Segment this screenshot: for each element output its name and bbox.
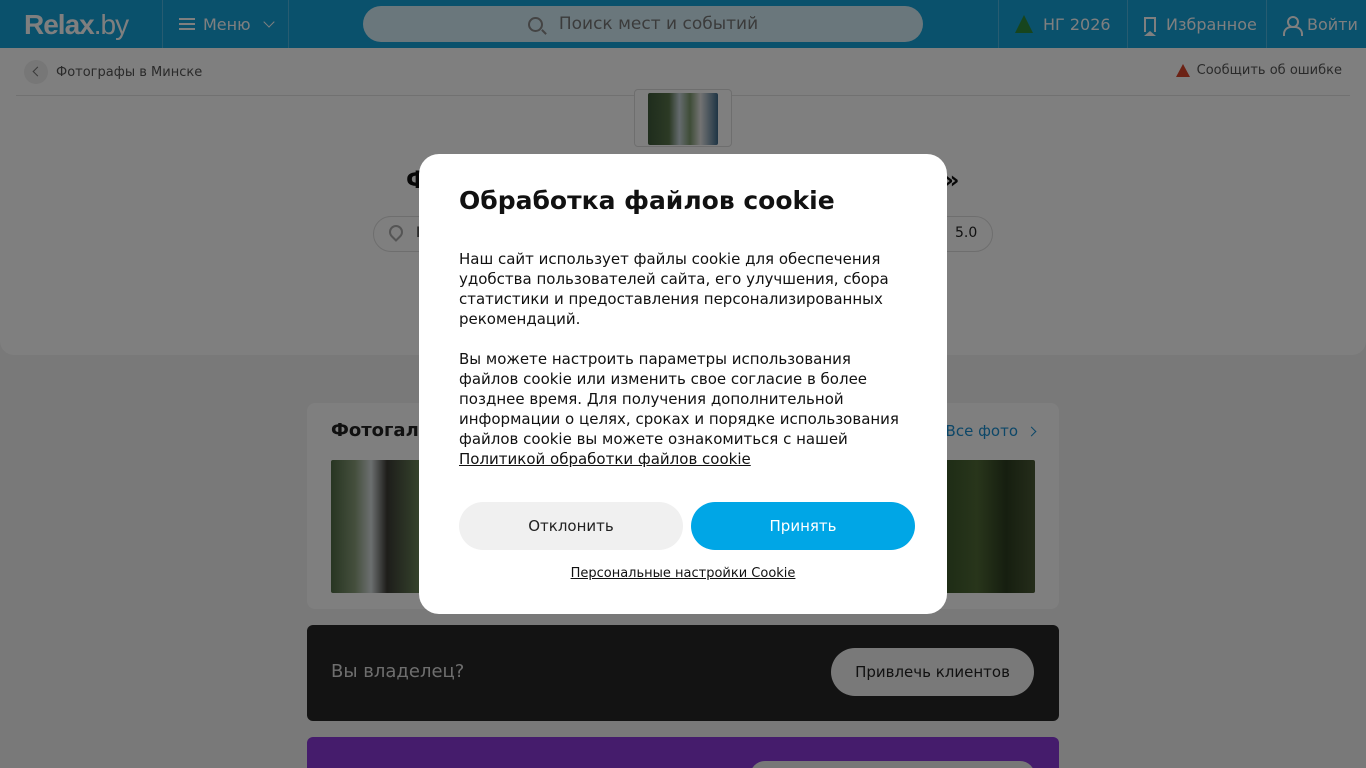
personal-cookie-settings-link[interactable]: Персональные настройки Cookie [419, 566, 947, 581]
cookie-policy-link[interactable]: Политикой обработки файлов cookie [459, 450, 751, 468]
cookie-paragraph-2: Вы можете настроить параметры использова… [459, 350, 899, 448]
cookie-buttons: Отклонить Принять [459, 502, 915, 550]
cookie-modal-text: Наш сайт использует файлы cookie для обе… [459, 249, 907, 469]
decline-button[interactable]: Отклонить [459, 502, 683, 550]
cookie-modal-title: Обработка файлов cookie [459, 186, 835, 215]
cookie-modal: Обработка файлов cookie Наш сайт использ… [419, 154, 947, 614]
cookie-paragraph-1: Наш сайт использует файлы cookie для обе… [459, 250, 889, 328]
accept-button[interactable]: Принять [691, 502, 915, 550]
